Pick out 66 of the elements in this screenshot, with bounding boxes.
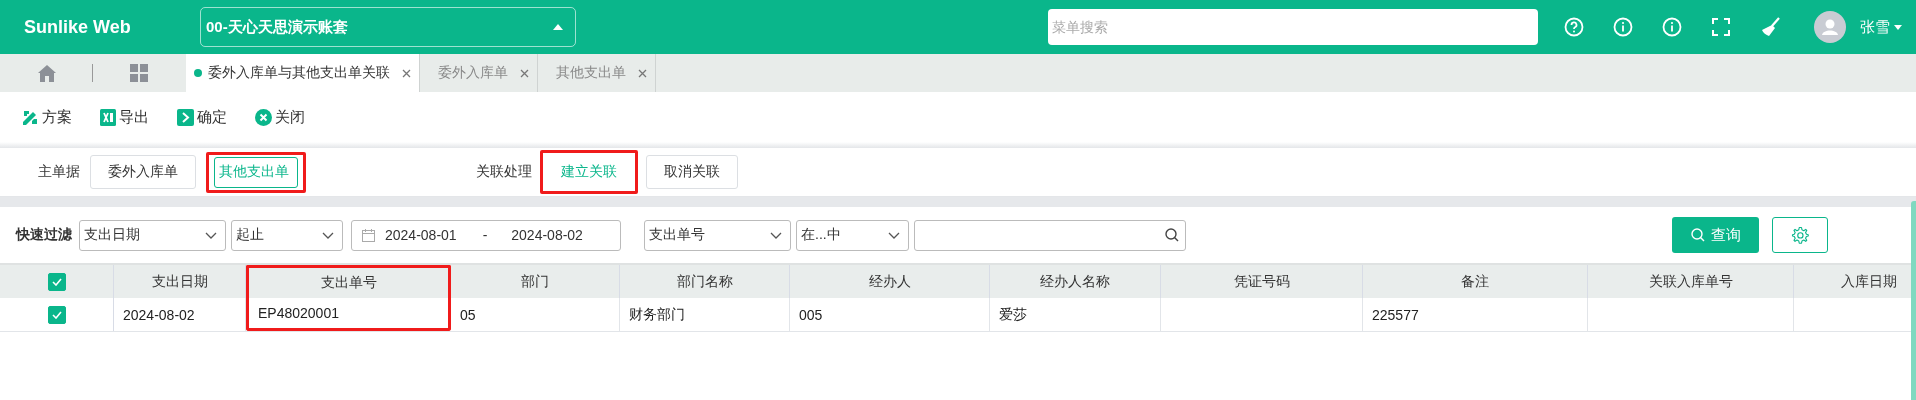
section-label: 关联处理: [476, 163, 532, 181]
toolbar-button[interactable]: 关闭: [255, 107, 305, 127]
close-icon[interactable]: [520, 68, 529, 78]
close-icon[interactable]: [638, 68, 647, 78]
column-header: 部门名称: [620, 265, 790, 298]
check-icon: [51, 310, 62, 319]
chevron-down-icon: [205, 231, 217, 239]
checkbox[interactable]: [47, 272, 66, 291]
settings-button[interactable]: [1772, 217, 1828, 253]
table-cell: 005: [790, 298, 990, 331]
column-header: 支出日期: [114, 265, 246, 298]
info-icon[interactable]: [1662, 17, 1682, 37]
date-range-field[interactable]: 2024-08-01 - 2024-08-02: [351, 219, 621, 251]
field-select[interactable]: 支出日期: [79, 219, 226, 251]
column-header: 经办人: [790, 265, 990, 298]
caret-icon: [1894, 24, 1902, 30]
column-header: 部门: [451, 265, 620, 298]
section-label: 主单据: [38, 163, 80, 181]
home-icon[interactable]: [38, 64, 57, 82]
info-icon[interactable]: [1613, 17, 1633, 37]
toolbar-button[interactable]: 导出: [100, 107, 149, 127]
grid-icon[interactable]: [129, 64, 148, 82]
tab[interactable]: 委外入库单与其他支出单关联: [186, 54, 420, 92]
broom-icon[interactable]: [1760, 17, 1782, 37]
close-icon[interactable]: [402, 68, 411, 78]
gear-icon: [1791, 226, 1809, 244]
table-cell: 05: [451, 298, 620, 331]
column-header: 支出单号: [246, 265, 451, 298]
logo-text: Sunlike Web: [24, 16, 132, 38]
table-cell: 爱莎: [990, 298, 1161, 331]
help-icon[interactable]: [1564, 17, 1584, 37]
chevron-down-icon: [888, 231, 900, 239]
table-cell: 财务部门: [620, 298, 790, 331]
table-cell: 225577: [1363, 298, 1588, 331]
column-header: 关联入库单号: [1588, 265, 1794, 298]
document-toggle[interactable]: 委外入库单: [90, 155, 196, 189]
avatar-icon[interactable]: [1814, 11, 1846, 43]
table-cell: EP48020001: [246, 298, 451, 331]
table-cell: 2024-08-02: [114, 298, 246, 331]
chevron-icon: [177, 108, 194, 126]
chevron-down-icon: [322, 231, 334, 239]
action-button[interactable]: 取消关联: [646, 155, 738, 189]
checkbox[interactable]: [47, 305, 66, 324]
scrollbar[interactable]: [1911, 201, 1916, 400]
field-select[interactable]: 支出单号: [644, 219, 791, 251]
active-dot: [194, 69, 202, 77]
mode-select[interactable]: 起止: [231, 219, 343, 251]
column-header: 经办人名称: [990, 265, 1161, 298]
toolbar-button[interactable]: 确定: [177, 107, 227, 127]
toolbar-button[interactable]: 方案: [22, 107, 72, 127]
fullscreen-icon[interactable]: [1711, 17, 1731, 37]
caret-icon: [553, 24, 563, 30]
mode-select[interactable]: 在...中: [796, 219, 909, 251]
search-icon: [1165, 228, 1179, 242]
column-header: 备注: [1363, 265, 1588, 298]
chevron-down-icon: [770, 231, 782, 239]
filter-label: 快速过滤: [16, 226, 72, 244]
close-icon: [255, 108, 272, 126]
value-field[interactable]: [914, 219, 1186, 251]
calendar-icon: [362, 228, 375, 242]
pencil-ruler-icon: [22, 108, 39, 126]
column-header: 凭证号码: [1161, 265, 1363, 298]
excel-icon: [100, 108, 116, 126]
search-field[interactable]: 菜单搜索: [1048, 9, 1538, 45]
check-icon: [51, 277, 62, 286]
search-icon: [1690, 228, 1705, 242]
